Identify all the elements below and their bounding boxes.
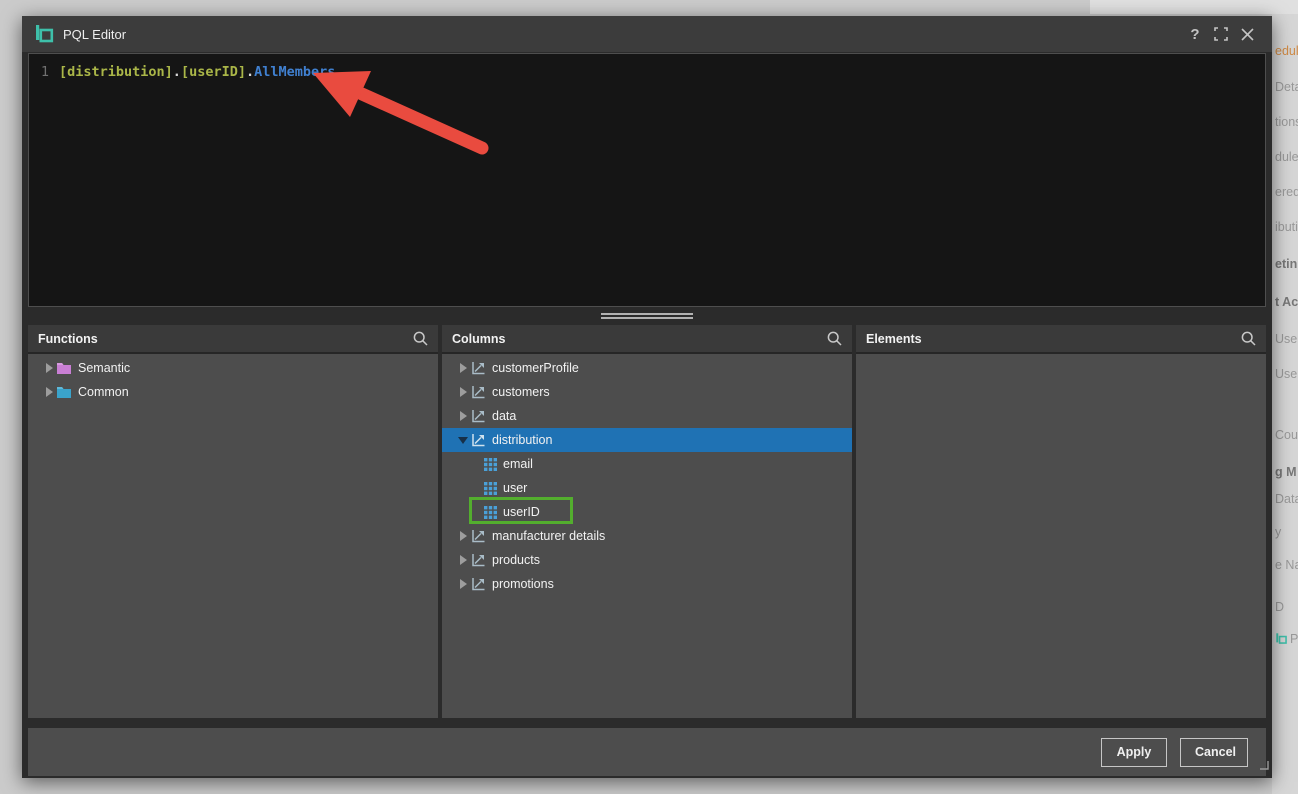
search-icon[interactable] [413,331,428,346]
collapse-caret-icon[interactable] [456,437,470,444]
expand-caret-icon[interactable] [42,363,56,373]
tree-item-label: email [503,457,533,471]
columns-tree: customerProfile customers data distribut… [442,354,852,718]
dialog-titlebar[interactable]: PQL Editor ? [22,16,1272,52]
search-icon[interactable] [1241,331,1256,346]
tree-item-products[interactable]: products [442,548,852,572]
tree-item-email[interactable]: email [442,452,852,476]
background-text-fragment: Coun [1275,428,1298,442]
background-text-fragment: e Na [1275,558,1298,572]
dialog-footer: Apply Cancel [28,728,1266,776]
background-text-fragment: y [1275,525,1281,539]
elements-panel: Elements [856,325,1266,718]
table-axis-icon [470,552,486,568]
columns-panel: Columns customerProfile customers [442,325,852,718]
background-text-fragment: ibuti [1275,220,1298,234]
search-icon[interactable] [827,331,842,346]
tree-item-label: user [503,481,527,495]
tree-item-label: customerProfile [492,361,579,375]
tree-item-common[interactable]: Common [28,380,438,404]
pql-code-editor[interactable]: 1 [distribution].[userID].AllMembers [28,53,1266,307]
tree-item-userid[interactable]: userID [442,500,852,524]
pql-icon [1275,632,1288,648]
tree-item-label: userID [503,505,540,519]
help-button[interactable]: ? [1182,21,1208,47]
expand-caret-icon[interactable] [42,387,56,397]
tree-item-label: Common [78,385,129,399]
background-text-fragment: etin [1275,257,1297,271]
table-axis-icon [470,408,486,424]
tree-item-label: manufacturer details [492,529,605,543]
tree-item-distribution-selected[interactable]: distribution [442,428,852,452]
editor-panels-splitter [22,307,1272,325]
column-grid-icon [484,482,497,495]
table-axis-icon [470,528,486,544]
background-text-fragment: tions [1275,115,1298,129]
splitter-grip-handle[interactable] [601,311,693,321]
maximize-button[interactable] [1208,21,1234,47]
elements-list-empty [856,354,1266,718]
table-axis-icon [470,384,486,400]
cancel-button[interactable]: Cancel [1180,738,1248,767]
background-text-fragment: dule [1275,150,1298,164]
expand-caret-icon[interactable] [456,531,470,541]
expand-caret-icon[interactable] [456,579,470,589]
functions-panel-header: Functions [28,325,438,354]
column-grid-icon [484,506,497,519]
line-number: 1 [29,62,59,82]
page-background: { "window": { "title": "PQL Editor", "he… [0,0,1298,794]
close-button[interactable] [1234,21,1260,47]
pql-expression: [distribution].[userID].AllMembers [59,62,335,82]
elements-panel-title: Elements [866,332,922,346]
background-text-fragment: t Acc [1275,295,1298,309]
tree-item-label: distribution [492,433,552,447]
background-window-edge [1090,0,1298,14]
tree-item-user[interactable]: user [442,476,852,500]
background-text-fragment: Data [1275,492,1298,506]
tree-item-semantic[interactable]: Semantic [28,356,438,380]
table-axis-icon [470,360,486,376]
tree-item-label: customers [492,385,550,399]
columns-panel-title: Columns [452,332,505,346]
background-text-fragment: D [1275,600,1284,614]
table-axis-icon [470,576,486,592]
tree-item-label: Semantic [78,361,130,375]
tree-item-customerprofile[interactable]: customerProfile [442,356,852,380]
folder-icon-teal [56,385,72,399]
resize-grip-icon[interactable] [1259,757,1269,775]
elements-panel-header: Elements [856,325,1266,354]
expand-caret-icon[interactable] [456,363,470,373]
tree-item-customers[interactable]: customers [442,380,852,404]
functions-tree: Semantic Common [28,354,438,718]
functions-panel: Functions Semantic Common [28,325,438,718]
background-text-fragment: Use [1275,332,1297,346]
tree-item-manufacturer-details[interactable]: manufacturer details [442,524,852,548]
pql-logo-icon [34,24,54,44]
expand-caret-icon[interactable] [456,387,470,397]
tree-item-label: products [492,553,540,567]
panels-row: Functions Semantic Common [28,325,1266,718]
functions-panel-title: Functions [38,332,98,346]
tree-item-label: promotions [492,577,554,591]
background-text-fragment: edule [1275,44,1298,58]
background-text-fragment: Users [1275,367,1298,381]
expand-caret-icon[interactable] [456,555,470,565]
apply-button[interactable]: Apply [1101,738,1167,767]
table-axis-icon [470,432,486,448]
background-text-fragment: ered [1275,185,1298,199]
background-text-fragment: P [1275,632,1298,648]
pql-editor-dialog: PQL Editor ? 1 [distribution].[userID].A… [22,16,1272,778]
background-text-fragment: Detail [1275,80,1298,94]
background-text-fragment: g M [1275,465,1297,479]
folder-icon-pink [56,361,72,375]
columns-panel-header: Columns [442,325,852,354]
dialog-title: PQL Editor [63,27,126,42]
code-line: 1 [distribution].[userID].AllMembers [29,62,1265,82]
tree-item-promotions[interactable]: promotions [442,572,852,596]
expand-caret-icon[interactable] [456,411,470,421]
tree-item-label: data [492,409,516,423]
tree-item-data[interactable]: data [442,404,852,428]
column-grid-icon [484,458,497,471]
